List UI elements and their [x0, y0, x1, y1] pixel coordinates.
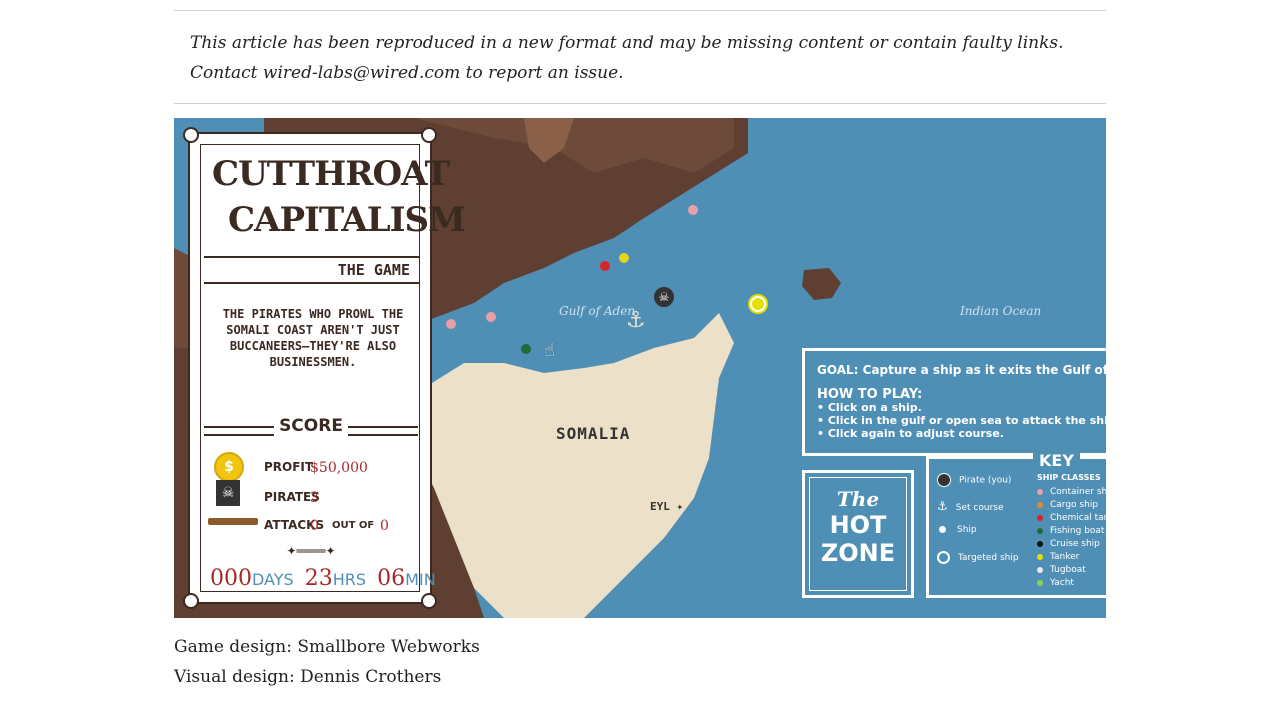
instructions-box: GOAL: Capture a ship as it exits the Gul… [802, 348, 1106, 456]
class-row: Yacht [1037, 578, 1074, 588]
logo-line-2: CAPITALISM [228, 200, 466, 240]
visual-design-credit: Visual design: Dennis Crothers [174, 667, 442, 687]
tagline: THE PIRATES WHO PROWL THE SOMALI COAST A… [222, 307, 404, 369]
key-row-course: ⚓ Set course [937, 499, 1004, 513]
key-label-pirate: Pirate (you) [959, 475, 1012, 486]
attacks-total: 0 [380, 518, 389, 534]
hot-zone-line-2: HOT [829, 511, 887, 539]
class-dot [1037, 579, 1043, 586]
city-label: EYL ✦ [650, 500, 684, 513]
game-subtitle: THE GAME [204, 256, 420, 284]
class-label: Tugboat [1050, 565, 1086, 575]
class-row: Tugboat [1037, 565, 1086, 575]
class-row: Cargo ship [1037, 500, 1098, 510]
attacks-value: 0 [310, 518, 319, 534]
ship-container-2[interactable] [486, 312, 496, 322]
class-row: Container ship [1037, 487, 1106, 497]
class-label: Cruise ship [1050, 539, 1100, 549]
pirate-skull-icon[interactable]: ☠ [652, 285, 676, 309]
corner-ornament-icon [183, 593, 199, 609]
hot-zone-badge: The HOT ZONE [802, 470, 914, 598]
key-label-course: Set course [955, 503, 1004, 513]
pirate-flag-icon: ☠ [216, 480, 240, 506]
pirates-value: 3 [310, 490, 319, 506]
class-label: Fishing boat [1050, 526, 1105, 536]
class-label: Cargo ship [1050, 500, 1099, 510]
class-dot [1037, 488, 1043, 495]
key-row-pirate: Pirate (you) [937, 473, 1011, 487]
ship-tanker[interactable] [619, 253, 629, 263]
bottom-rule [174, 103, 1106, 104]
rifle-icon [208, 518, 258, 525]
key-row-target: Targeted ship [937, 551, 1019, 564]
class-row: Tanker [1037, 552, 1079, 562]
score-rule-right [348, 426, 418, 436]
goal-text: GOAL: Capture a ship as it exits the Gul… [817, 363, 1106, 377]
class-row: Fishing boat [1037, 526, 1104, 536]
class-dot [1037, 566, 1043, 573]
class-label: Chemical tanker [1050, 513, 1106, 523]
profit-label: PROFIT [264, 460, 314, 474]
hand-cursor-icon: ☝ [544, 340, 555, 361]
key-label-ship: Ship [957, 525, 977, 535]
timer-days-unit: DAYS [252, 570, 294, 589]
divider-ornament: ✦════✦ [286, 544, 336, 558]
skull-icon [937, 473, 951, 487]
ship-fishing-boat[interactable] [521, 344, 531, 354]
key-title: KEY [1033, 451, 1080, 470]
class-dot [1037, 527, 1043, 534]
hot-zone-line-1: The [836, 487, 880, 511]
timer-hours-unit: HRS [332, 570, 367, 589]
class-row: Cruise ship [1037, 539, 1100, 549]
timer: 000DAYS 23HRS 06MIN [210, 566, 436, 591]
game-canvas[interactable]: Gulf of Aden Indian Ocean SOMALIA EYL ✦ … [174, 118, 1106, 618]
class-label: Container ship [1050, 487, 1106, 497]
ship-container-3[interactable] [446, 319, 456, 329]
profit-value: $50,000 [310, 460, 368, 476]
class-row: Chemical tanker [1037, 513, 1106, 523]
ship-chemical-tanker[interactable] [600, 261, 610, 271]
class-dot [1037, 553, 1043, 560]
out-of-label: OUT OF [332, 520, 375, 531]
corner-ornament-icon [421, 593, 437, 609]
class-dot [1037, 514, 1043, 521]
class-dot [1037, 540, 1043, 547]
target-icon [937, 551, 950, 564]
corner-ornament-icon [421, 127, 437, 143]
class-dot [1037, 501, 1043, 508]
country-label: SOMALIA [556, 424, 631, 443]
coin-icon: $ [214, 452, 244, 482]
title-score-panel: CUTTHROAT CAPITALISM THE GAME THE PIRATE… [183, 127, 466, 609]
how-to-heading: HOW TO PLAY: [817, 387, 923, 402]
timer-minutes: 06 [377, 566, 406, 591]
timer-minutes-unit: MIN [405, 570, 436, 589]
hot-zone-line-3: ZONE [820, 539, 896, 567]
timer-hours: 23 [304, 566, 333, 591]
key-box: KEY Pirate (you) ⚓ Set course Ship Target… [926, 451, 1106, 598]
timer-days: 000 [210, 566, 252, 591]
step-1: • Click on a ship. [817, 401, 922, 414]
class-label: Yacht [1050, 578, 1074, 588]
gulf-label: Gulf of Aden [559, 304, 636, 318]
step-2: • Click in the gulf or open sea to attac… [817, 414, 1106, 427]
step-3: • Click again to adjust course. [817, 427, 1004, 440]
ship-targeted[interactable] [750, 296, 766, 312]
key-row-ship: Ship [937, 525, 977, 535]
ship-dot-icon [939, 526, 946, 533]
key-label-target: Targeted ship [958, 553, 1019, 563]
class-label: Tanker [1050, 552, 1080, 562]
corner-ornament-icon [183, 127, 199, 143]
anchor-icon[interactable]: ⚓ [626, 308, 646, 333]
game-design-credit: Game design: Smallbore Webworks [174, 637, 480, 657]
ship-classes-title: SHIP CLASSES [1037, 473, 1101, 482]
anchor-icon: ⚓ [937, 499, 948, 513]
logo-line-1: CUTTHROAT [212, 154, 450, 194]
top-rule [174, 10, 1106, 11]
ocean-label: Indian Ocean [960, 304, 1042, 318]
ship-container-1[interactable] [688, 205, 698, 215]
reproduction-notice: This article has been reproduced in a ne… [190, 33, 1064, 83]
